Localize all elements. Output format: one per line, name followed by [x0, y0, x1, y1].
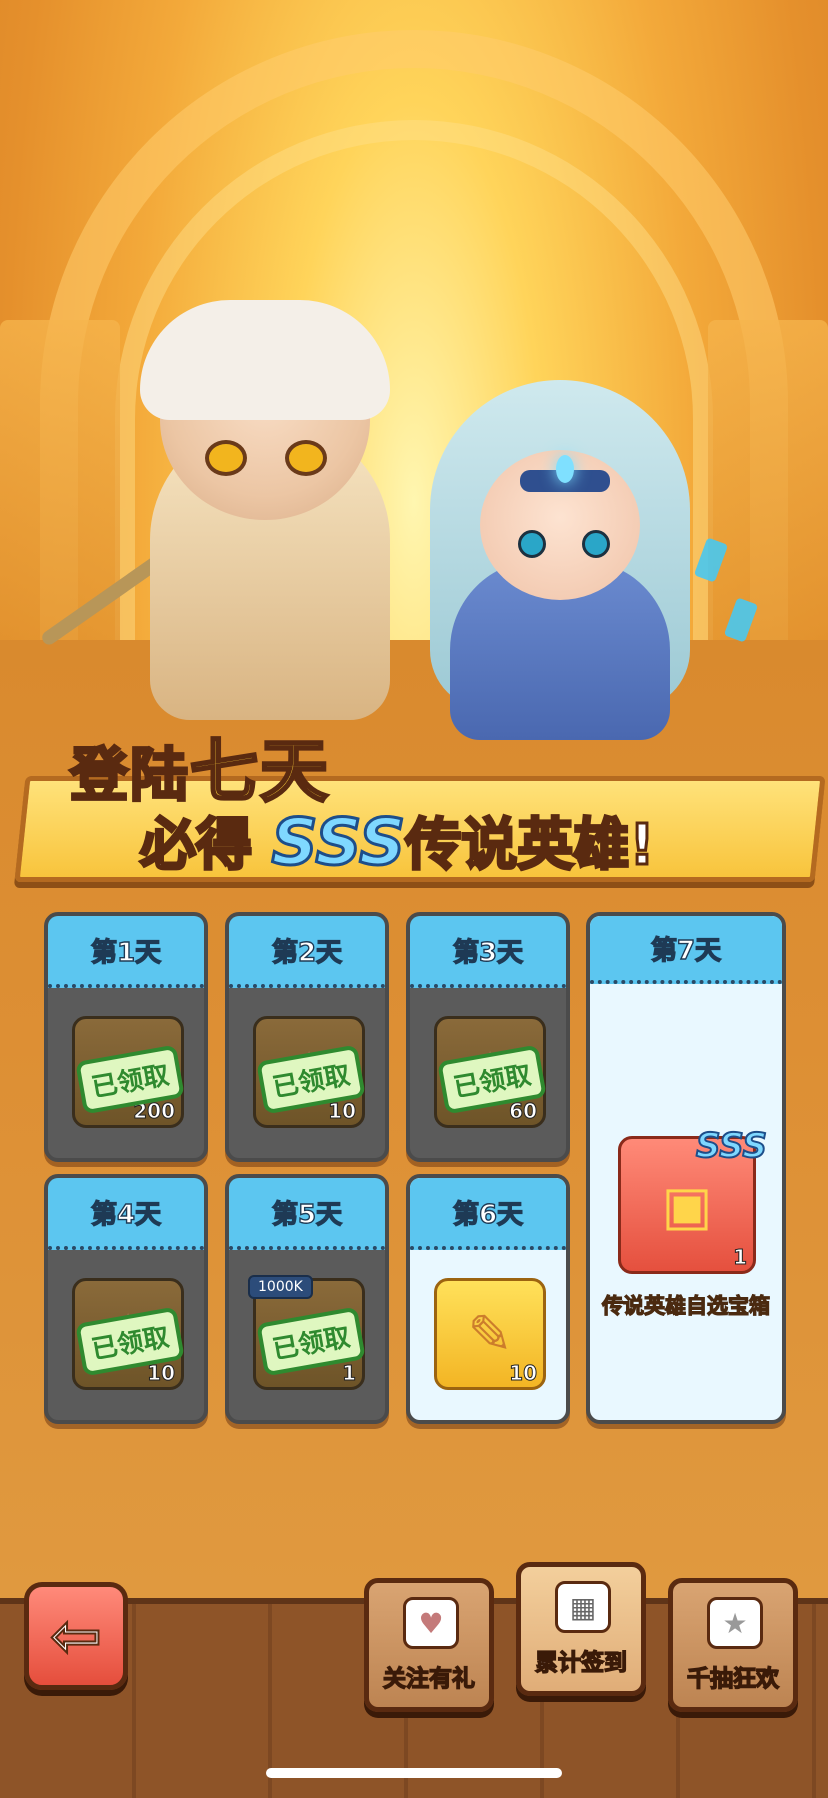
day-card-5[interactable]: 第5天 ● 1000K 1 已领取	[225, 1174, 389, 1424]
day-label: 第2天	[229, 916, 385, 988]
reward-quantity: 1	[733, 1245, 748, 1270]
star-chest-icon: ★	[707, 1597, 763, 1649]
ice-hero-eye	[582, 530, 610, 558]
day-card-1[interactable]: 第1天 ◆ 200 已领取	[44, 912, 208, 1162]
day-card-7[interactable]: 第7天 ▣ 1 SSS 传说英雄自选宝箱	[586, 912, 786, 1424]
day-label: 第5天	[229, 1178, 385, 1250]
banner-highlight: 传说	[404, 812, 519, 880]
amount-tag: 1000K	[248, 1275, 313, 1299]
sss-badge: SSS	[695, 1125, 768, 1167]
home-indicator[interactable]	[266, 1768, 562, 1778]
checkin-button[interactable]: ▦ 累计签到	[516, 1562, 646, 1696]
banner-text: 必得	[139, 812, 254, 880]
draw-carnival-button[interactable]: ★ 千抽狂欢	[668, 1578, 798, 1712]
day-label: 第3天	[410, 916, 566, 988]
back-button[interactable]: ⇦	[24, 1582, 128, 1690]
checkin-label: 累计签到	[534, 1649, 627, 1676]
monkey-hero-eye	[285, 440, 327, 476]
follow-gift-label: 关注有礼	[382, 1665, 475, 1692]
back-arrow-icon: ⇦	[49, 1599, 103, 1672]
draw-carnival-label: 千抽狂欢	[686, 1665, 779, 1692]
reward-item: ◆ 200 已领取	[72, 1016, 185, 1128]
reward-item: ● 1000K 1 已领取	[248, 1275, 366, 1390]
banner-text: 登陆	[68, 740, 191, 811]
reward-quantity: 10	[509, 1361, 538, 1386]
gift-heart-icon: ♥	[403, 1597, 459, 1649]
reward-item: ✦ 60 已领取	[434, 1016, 547, 1128]
banner-text: 英雄!	[516, 812, 657, 880]
sss-rank-text: SSS	[270, 805, 407, 882]
day-card-6[interactable]: 第6天 ✎ 10	[406, 1174, 570, 1424]
day-label: 第4天	[48, 1178, 204, 1250]
reward-name: 传说英雄自选宝箱	[601, 1293, 770, 1318]
day-card-3[interactable]: 第3天 ✦ 60 已领取	[406, 912, 570, 1162]
banner-line-2: 必得 SSS传说英雄!	[139, 800, 657, 882]
calendar-icon: ▦	[555, 1581, 611, 1633]
day-label: 第7天	[590, 916, 782, 984]
monkey-hero-eye	[205, 440, 247, 476]
reward-item: ✦ 10 已领取	[253, 1016, 366, 1128]
day-label: 第1天	[48, 916, 204, 988]
right-pillar	[708, 320, 828, 650]
day-label: 第6天	[410, 1178, 566, 1250]
day-card-2[interactable]: 第2天 ✦ 10 已领取	[225, 912, 389, 1162]
reward-quantity: 1	[342, 1361, 357, 1386]
ice-hero-gem	[556, 455, 574, 483]
reward-item: ✦ 10 已领取	[72, 1278, 185, 1390]
day-card-4[interactable]: 第4天 ✦ 10 已领取	[44, 1174, 208, 1424]
reward-item[interactable]: ✎ 10	[434, 1278, 546, 1390]
follow-gift-button[interactable]: ♥ 关注有礼	[364, 1578, 494, 1712]
monkey-hero-hair	[140, 300, 390, 420]
ice-hero-eye	[518, 530, 546, 558]
